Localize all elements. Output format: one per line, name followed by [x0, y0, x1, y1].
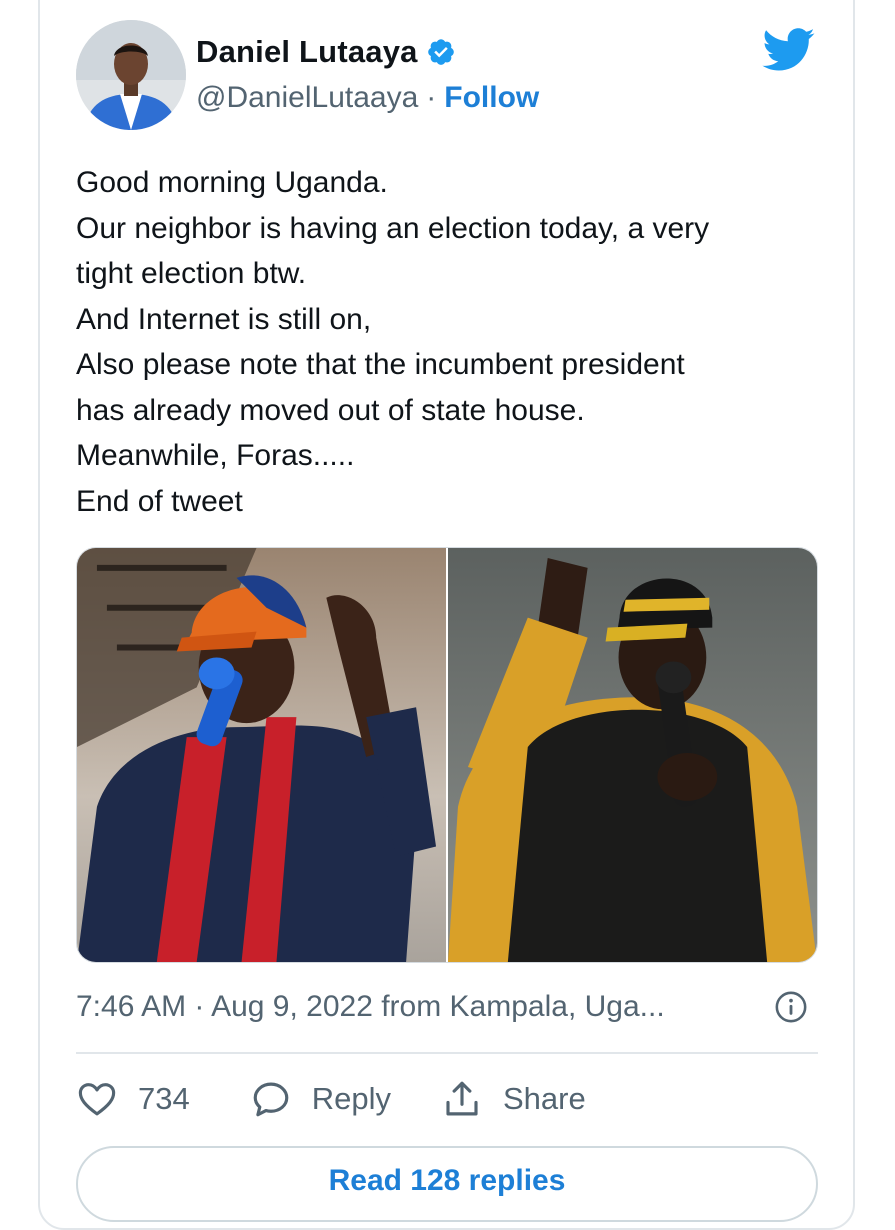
info-icon[interactable]	[774, 990, 808, 1024]
tweet-text-line: End of tweet	[76, 484, 243, 518]
author-name-row: Daniel Lutaaya	[196, 30, 456, 74]
media-photo-left[interactable]	[77, 548, 446, 962]
tweet-text-line: And Internet is still on,	[76, 302, 372, 336]
tweet-meta: 7:46 AM · Aug 9, 2022 from Kampala, Uga.…	[76, 982, 818, 1032]
share-label: Share	[503, 1081, 586, 1116]
tweet-text: Good morning Uganda. Our neighbor is hav…	[76, 160, 816, 524]
twitter-bird-icon[interactable]	[762, 28, 816, 72]
read-replies-label: Read 128 replies	[328, 1164, 566, 1197]
reply-button[interactable]: Reply	[250, 1078, 391, 1120]
share-icon	[446, 1081, 478, 1116]
tweet-timestamp-location[interactable]: 7:46 AM · Aug 9, 2022 from Kampala, Uga.…	[76, 990, 665, 1024]
author-avatar[interactable]	[76, 20, 186, 130]
like-count: 734	[138, 1081, 190, 1116]
tweet-text-line: Good morning Uganda.	[76, 166, 388, 199]
tweet-text-line: has already moved out of state house.	[76, 393, 585, 427]
author-handle-row: @DanielLutaaya · Follow	[196, 78, 539, 118]
divider	[76, 1052, 818, 1054]
verified-badge-icon	[427, 39, 454, 65]
share-button[interactable]: Share	[441, 1078, 586, 1120]
reply-label: Reply	[311, 1081, 391, 1116]
read-replies-button[interactable]: Read 128 replies	[76, 1146, 818, 1222]
tweet-media[interactable]	[76, 547, 818, 963]
tweet-text-line: tight election btw.	[76, 257, 307, 290]
separator-dot: ·	[426, 81, 437, 114]
speech-bubble-icon	[253, 1082, 289, 1117]
tweet-actions: 734 Reply Share	[76, 1074, 586, 1124]
follow-button[interactable]: Follow	[444, 81, 539, 115]
tweet-text-line: Also please note that the incumbent pres…	[76, 348, 685, 381]
tweet-text-line: Our neighbor is having an election today…	[76, 211, 710, 245]
author-handle[interactable]: @DanielLutaaya	[196, 81, 418, 115]
tweet-text-line: Meanwhile, Foras.....	[76, 439, 355, 472]
heart-icon	[78, 1083, 116, 1116]
media-photo-right[interactable]	[448, 548, 817, 962]
author-display-name[interactable]: Daniel Lutaaya	[196, 34, 418, 70]
like-button[interactable]: 734	[76, 1078, 190, 1120]
